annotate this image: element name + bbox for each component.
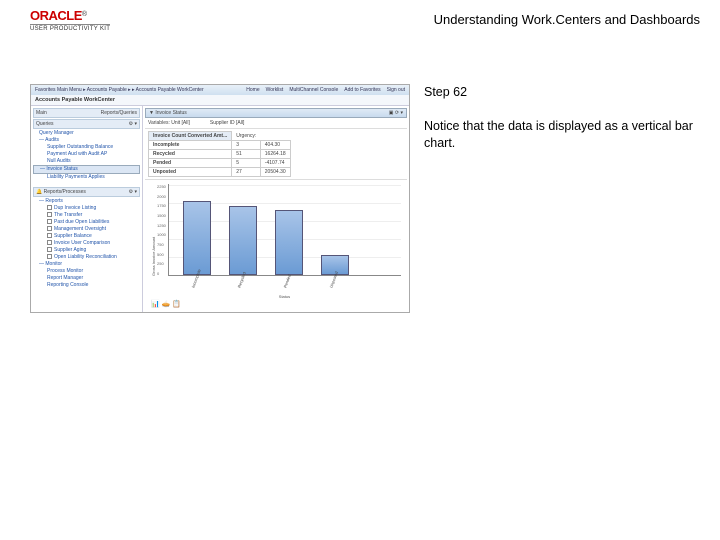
filter-bu[interactable]: Variables: Unit [All] [148, 120, 190, 126]
list-item[interactable]: Supplier Outstanding Balance [33, 144, 140, 151]
filter-row: Variables: Unit [All] Supplier ID [All] [145, 118, 407, 129]
mcc-link[interactable]: MultiChannel Console [289, 87, 338, 93]
sidebar-section-audits: — Audits [33, 137, 140, 144]
list-item[interactable]: Past due Open Liabilities [33, 219, 140, 226]
list-item[interactable]: Reporting Console [33, 282, 140, 289]
section-reports-processes[interactable]: 🔔 Reports/Processes⚙ ▾ [33, 187, 140, 197]
checkbox-icon [47, 219, 52, 224]
checkbox-icon [47, 212, 52, 217]
gear-icon[interactable]: ⚙ ▾ [129, 121, 137, 127]
list-item[interactable]: Management Oversight [33, 226, 140, 233]
global-menu: Home Worklist MultiChannel Console Add t… [246, 87, 405, 93]
list-item[interactable]: Liability Payments Applies [33, 174, 140, 181]
worklist-link[interactable]: Worklist [266, 87, 284, 93]
table-row: Invoice Count Converted Amt...Urgency: [149, 132, 291, 141]
breadcrumb-bar: Favorites Main Menu ▸ Accounts Payable ▸… [31, 85, 409, 95]
tm-symbol: ® [82, 11, 87, 18]
chart-bar [275, 210, 303, 275]
x-axis-label: Status [168, 294, 401, 299]
sidebar-item-query-manager[interactable]: Query Manager [33, 130, 140, 137]
x-tick-label: Incomplete [190, 274, 221, 297]
y-axis-ticks: 2250200017501500125010007505002500 [157, 184, 168, 276]
main-pane: ▼ Invoice Status ▣ ⟳ ▾ Variables: Unit [… [143, 106, 409, 312]
chart-bar [229, 206, 257, 276]
chart-bar [183, 201, 211, 275]
table-row: Unposted2720504.30 [149, 168, 291, 177]
product-subtitle: USER PRODUCTIVITY KIT [30, 24, 110, 32]
checkbox-icon [47, 226, 52, 231]
checkbox-icon [47, 254, 52, 259]
checkbox-icon [47, 233, 52, 238]
list-item[interactable]: Report Manager [33, 275, 140, 282]
pagelet-controls[interactable]: ▣ ⟳ ▾ [389, 110, 403, 116]
step-description: Notice that the data is displayed as a v… [424, 118, 706, 153]
list-item[interactable]: Null Audits [33, 158, 140, 165]
workcenter-title: Accounts Payable WorkCenter [31, 95, 409, 106]
x-tick-label: Recycled [236, 274, 267, 297]
list-item[interactable]: Dup Invoice Listing [33, 205, 140, 212]
pagelet-title: ▼ Invoice Status [149, 110, 187, 116]
filter-supplier[interactable]: Supplier ID [All] [210, 120, 244, 126]
instruction-text: Step 62 Notice that the data is displaye… [424, 84, 706, 313]
y-axis-label: Gross Invoice Amount [151, 184, 156, 276]
pagelet-header: ▼ Invoice Status ▣ ⟳ ▾ [145, 108, 407, 118]
sidebar-item-invoice-status[interactable]: — Invoice Status [33, 165, 140, 174]
home-link[interactable]: Home [246, 87, 259, 93]
section-queries[interactable]: Queries⚙ ▾ [33, 119, 140, 129]
step-number: Step 62 [424, 84, 706, 102]
list-item[interactable]: Payment Aud with Audit AP [33, 151, 140, 158]
stats-block: Invoice Count Converted Amt...Urgency: I… [145, 129, 407, 180]
signout-link[interactable]: Sign out [387, 87, 405, 93]
table-row: Pended5-4107.74 [149, 159, 291, 168]
table-row: Recycled5116264.18 [149, 150, 291, 159]
table-row: Incomplete3404.30 [149, 141, 291, 150]
bar-chart: Gross Invoice Amount 2250200017501500125… [145, 180, 407, 298]
chart-type-icons[interactable]: 📊 🥧 📋 [145, 298, 407, 310]
list-item[interactable]: The Transfer [33, 212, 140, 219]
list-item[interactable]: Open Liability Reconciliation [33, 254, 140, 261]
x-tick-label: Pended [282, 274, 313, 297]
page-title: Understanding Work.Centers and Dashboard… [434, 12, 700, 27]
breadcrumb: Favorites Main Menu ▸ Accounts Payable ▸… [35, 87, 204, 93]
sidebar: Main Reports/Queries Queries⚙ ▾ Query Ma… [31, 106, 143, 312]
list-item[interactable]: Process Monitor [33, 268, 140, 275]
list-item[interactable]: Supplier Balance [33, 233, 140, 240]
stats-table: Invoice Count Converted Amt...Urgency: I… [148, 131, 291, 177]
sidebar-section-reports: — Reports [33, 198, 140, 205]
gear-icon[interactable]: ⚙ ▾ [129, 189, 137, 195]
checkbox-icon [47, 240, 52, 245]
oracle-logo-block: ORACLE® USER PRODUCTIVITY KIT [30, 8, 110, 32]
sidebar-section-monitor: — Monitor [33, 261, 140, 268]
tab-main[interactable]: Main [36, 110, 47, 116]
oracle-logo: ORACLE [30, 8, 82, 23]
sidebar-tabs: Main Reports/Queries [33, 108, 140, 118]
checkbox-icon [47, 205, 52, 210]
list-item[interactable]: Supplier Aging [33, 247, 140, 254]
app-screenshot: Favorites Main Menu ▸ Accounts Payable ▸… [30, 84, 410, 313]
list-item[interactable]: Invoice User Comparison [33, 240, 140, 247]
x-tick-label: Unposted [328, 274, 359, 297]
fav-link[interactable]: Add to Favorites [344, 87, 380, 93]
tab-reports[interactable]: Reports/Queries [101, 110, 137, 116]
checkbox-icon [47, 247, 52, 252]
